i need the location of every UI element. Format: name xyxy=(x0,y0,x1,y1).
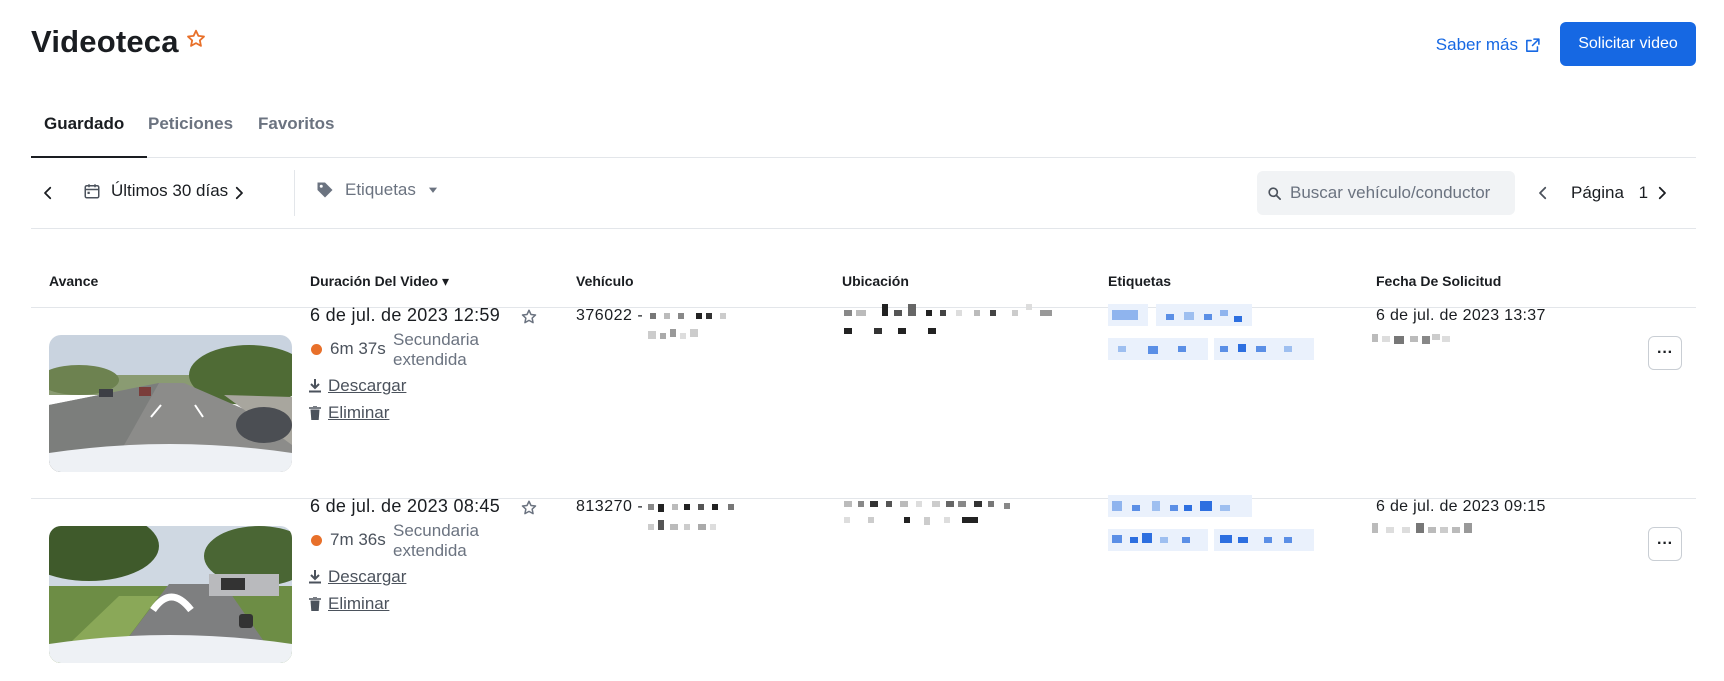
learn-more-label: Saber más xyxy=(1435,35,1518,54)
search-box xyxy=(1257,171,1515,215)
redacted-tags xyxy=(1108,302,1338,369)
column-header-location: Ubicación xyxy=(842,273,909,289)
chevron-left-icon[interactable] xyxy=(39,184,57,202)
delete-link[interactable]: Eliminar xyxy=(309,403,389,423)
download-icon xyxy=(309,379,321,393)
search-icon xyxy=(1268,186,1281,200)
redacted-vehicle-name xyxy=(648,500,758,543)
download-label: Descargar xyxy=(328,376,407,395)
vehicle-id: 376022 - xyxy=(576,307,644,324)
caret-down-icon xyxy=(428,187,437,193)
row-actions-button[interactable]: ··· xyxy=(1648,336,1682,370)
previous-page-icon[interactable] xyxy=(1534,184,1552,202)
column-header-preview: Avance xyxy=(49,273,99,289)
star-outline-icon[interactable] xyxy=(520,499,538,517)
pagination-label: Página 1 xyxy=(1571,183,1648,203)
video-thumbnail[interactable] xyxy=(49,526,292,663)
tab-favorites[interactable]: Favoritos xyxy=(258,114,335,134)
video-type: Secundaria extendida xyxy=(393,521,480,560)
video-type: Secundaria extendida xyxy=(393,330,480,369)
request-date: 6 de jul. de 2023 09:15 xyxy=(1376,498,1546,515)
trash-icon xyxy=(309,406,321,420)
table-row: 6 de jul. de 2023 12:59 6m 37s Secundari… xyxy=(0,304,1724,498)
delete-link[interactable]: Eliminar xyxy=(309,594,389,614)
page-header: Videoteca Saber más Solicitar video xyxy=(31,22,1696,70)
tag-icon xyxy=(317,182,333,198)
date-range-label: Últimos 30 días xyxy=(111,181,229,200)
column-header-request-date: Fecha De Solicitud xyxy=(1376,273,1502,289)
redacted-requester xyxy=(1372,521,1502,544)
tags-filter-dropdown[interactable]: Etiquetas xyxy=(315,180,440,200)
redacted-vehicle-name xyxy=(648,309,758,352)
status-dot xyxy=(311,535,322,546)
page-title: Videoteca xyxy=(31,24,179,59)
delete-label: Eliminar xyxy=(328,594,390,613)
date-range-picker[interactable]: Últimos 30 días xyxy=(83,181,228,201)
request-video-button[interactable]: Solicitar video xyxy=(1560,22,1696,66)
external-link-icon xyxy=(1526,37,1540,52)
video-duration: 6m 37s xyxy=(330,339,386,358)
video-title[interactable]: 6 de jul. de 2023 12:59 xyxy=(310,305,500,326)
redacted-location xyxy=(844,300,1094,345)
download-icon xyxy=(309,570,321,584)
download-link[interactable]: Descargar xyxy=(309,376,406,396)
request-date: 6 de jul. de 2023 13:37 xyxy=(1376,307,1546,324)
redacted-requester xyxy=(1372,330,1472,353)
download-label: Descargar xyxy=(328,567,407,586)
column-header-duration[interactable]: Duración Del Video ▾ xyxy=(310,273,449,290)
tags-filter-label: Etiquetas xyxy=(345,180,416,199)
star-outline-icon[interactable] xyxy=(520,308,538,326)
table-row: 6 de jul. de 2023 08:45 7m 36s Secundari… xyxy=(0,495,1724,681)
toolbar-divider xyxy=(294,170,295,216)
search-input[interactable] xyxy=(1290,183,1505,203)
delete-label: Eliminar xyxy=(328,403,390,422)
status-dot xyxy=(311,344,322,355)
tab-saved[interactable]: Guardado xyxy=(44,114,124,134)
filter-toolbar: Últimos 30 días Etiquetas Página 1 xyxy=(31,158,1696,229)
video-duration: 7m 36s xyxy=(330,530,386,549)
star-outline-icon[interactable] xyxy=(185,28,207,50)
page-label: Página xyxy=(1571,183,1624,202)
chevron-right-icon[interactable] xyxy=(230,184,248,202)
learn-more-link[interactable]: Saber más xyxy=(1436,35,1541,55)
redacted-location xyxy=(844,491,1094,536)
tabs-bar: Guardado Peticiones Favoritos xyxy=(31,96,1696,158)
row-actions-button[interactable]: ··· xyxy=(1648,527,1682,561)
video-title[interactable]: 6 de jul. de 2023 08:45 xyxy=(310,496,500,517)
vehicle-id: 813270 - xyxy=(576,498,644,515)
video-thumbnail[interactable] xyxy=(49,335,292,472)
next-page-icon[interactable] xyxy=(1653,184,1671,202)
tab-requests[interactable]: Peticiones xyxy=(148,114,233,134)
trash-icon xyxy=(309,597,321,611)
column-header-vehicle: Vehículo xyxy=(576,273,634,289)
download-link[interactable]: Descargar xyxy=(309,567,406,587)
calendar-icon xyxy=(84,184,100,199)
column-header-tags: Etiquetas xyxy=(1108,273,1172,289)
page-number: 1 xyxy=(1638,183,1649,202)
redacted-tags xyxy=(1108,493,1338,560)
